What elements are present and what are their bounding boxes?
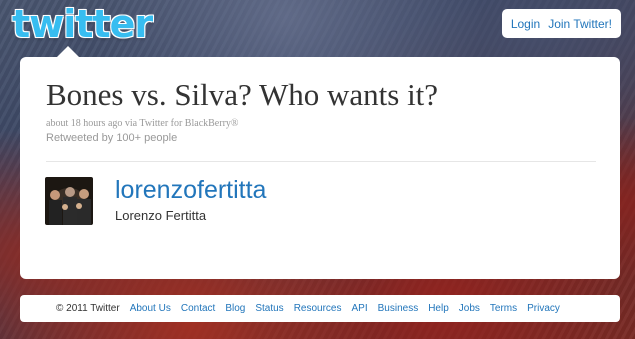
footer-link-business[interactable]: Business [378,303,419,314]
footer-link-jobs[interactable]: Jobs [459,303,480,314]
author-fullname: Lorenzo Fertitta [115,208,207,223]
footer-link-privacy[interactable]: Privacy [527,303,560,314]
tweet-card: Bones vs. Silva? Who wants it? about 18 … [20,46,620,279]
copyright: © 2011 Twitter [56,303,120,314]
footer: © 2011 Twitter About Us Contact Blog Sta… [20,295,620,322]
footer-link-terms[interactable]: Terms [490,303,517,314]
retweet-count: Retweeted by 100+ people [46,132,178,144]
avatar-photo [45,177,93,225]
card-pointer [56,46,80,58]
footer-link-about-us[interactable]: About Us [130,303,171,314]
divider [46,161,596,162]
footer-link-resources[interactable]: Resources [294,303,342,314]
join-twitter-link[interactable]: Join Twitter! [548,17,612,31]
tweet-text: Bones vs. Silva? Who wants it? [46,77,439,112]
footer-link-contact[interactable]: Contact [181,303,215,314]
login-link[interactable]: Login [511,17,540,31]
twitter-logo[interactable]: twitter [12,2,153,46]
avatar[interactable] [45,177,93,225]
footer-link-api[interactable]: API [352,303,368,314]
footer-link-help[interactable]: Help [428,303,449,314]
tweet-meta: about 18 hours ago via Twitter for Black… [46,118,239,129]
author-username[interactable]: lorenzofertitta [115,176,266,205]
footer-link-blog[interactable]: Blog [225,303,245,314]
auth-box: Login Join Twitter! [501,9,621,38]
footer-link-status[interactable]: Status [255,303,283,314]
